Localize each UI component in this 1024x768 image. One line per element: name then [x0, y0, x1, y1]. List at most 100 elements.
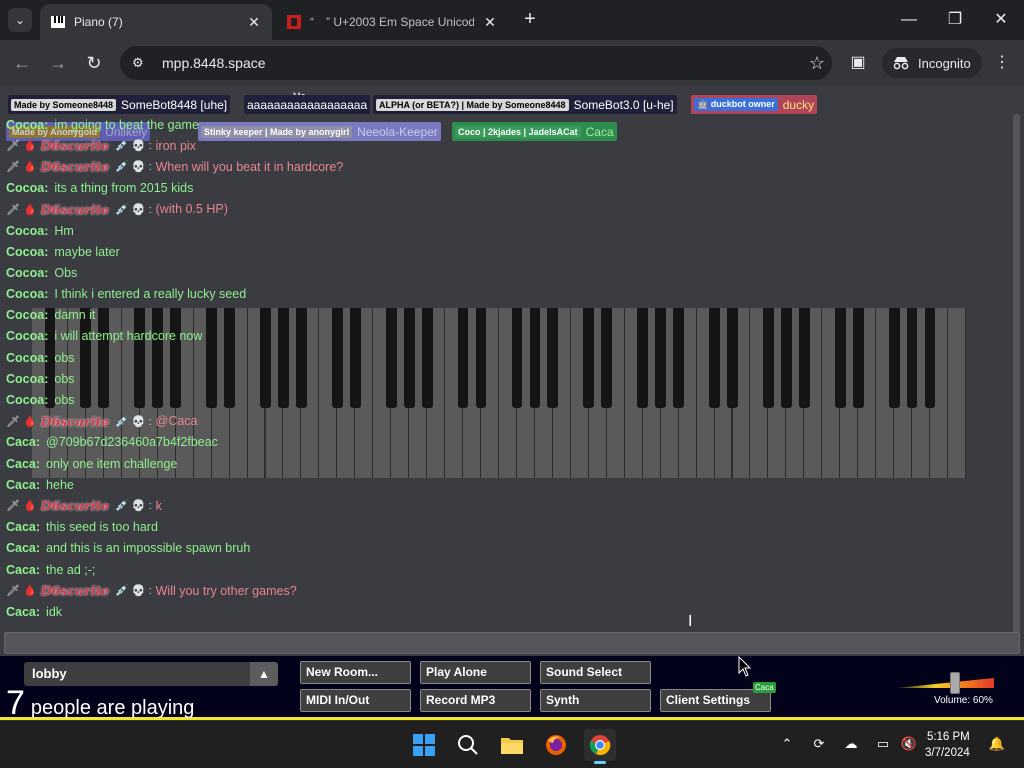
chat-author[interactable]: Cocoa: [6, 329, 48, 343]
chat-author[interactable]: Caca: [6, 478, 40, 492]
chat-author[interactable]: Cocoa: [6, 245, 48, 259]
chat-message: Caca: this seed is too hard [0, 517, 1010, 538]
chat-message: Cocoa: its a thing from 2015 kids [0, 178, 1010, 199]
chat-author[interactable]: Cocoa: [6, 266, 48, 280]
room-dropdown-arrow-icon[interactable]: ▲ [250, 662, 278, 686]
play-alone-button[interactable]: Play Alone [420, 661, 531, 684]
chat-author[interactable]: Cocoa: [6, 308, 48, 322]
record-mp3-button[interactable]: Record MP3 [420, 689, 531, 712]
chat-author[interactable]: Caca: [6, 541, 40, 555]
chat-author[interactable]: D6scurite [41, 138, 109, 153]
chat-author[interactable]: Cocoa: [6, 224, 48, 238]
tab-search-button[interactable]: ⌄ [8, 8, 32, 32]
close-tab-icon[interactable]: ✕ [482, 14, 498, 31]
chat-author[interactable]: Caca: [6, 520, 40, 534]
midi-button[interactable]: MIDI In/Out [300, 689, 411, 712]
chat-text: idk [46, 604, 63, 619]
address-bar[interactable]: ⚙ mpp.8448.space ☆ [120, 46, 832, 80]
chat-author[interactable]: D6scurite [41, 202, 109, 217]
piano-favicon-icon [51, 16, 65, 28]
user-tag: ALPHA (or BETA?) | Made by Someone8448 [376, 98, 569, 111]
chat-author[interactable]: Cocoa: [6, 393, 48, 407]
active-app-indicator [594, 761, 606, 764]
chat-text: obs [54, 393, 75, 408]
cloud-offline-icon[interactable]: ☁ [840, 733, 862, 755]
chat-text: @709b67d236460a7b4f2fbeac [46, 435, 218, 450]
site-info-icon[interactable]: ⚙ [132, 55, 150, 71]
tab-piano[interactable]: Piano (7) ✕ [40, 4, 272, 40]
windows-logo-icon [413, 734, 435, 756]
start-button[interactable] [408, 729, 440, 761]
chat-author[interactable]: D6scurite [41, 583, 109, 598]
user-badge[interactable]: 🤖 duckbot owner ducky [691, 95, 818, 114]
user-tag: 🤖 duckbot owner [694, 98, 778, 111]
firefox-button[interactable] [540, 729, 572, 761]
sound-select-button[interactable]: Sound Select [540, 661, 651, 684]
chat-author[interactable]: Cocoa: [6, 118, 48, 132]
system-clock[interactable]: 5:16 PM 3/7/2024 [925, 729, 970, 761]
new-tab-button[interactable]: + [518, 8, 542, 32]
menu-kebab-icon[interactable]: ⋮ [988, 49, 1016, 77]
side-panel-icon[interactable]: ▣ [844, 49, 872, 77]
sync-icon[interactable]: ⟳ [808, 733, 830, 755]
player-count-number: 7 [6, 684, 25, 720]
user-badge[interactable]: Made by Someone8448 SomeBot8448 [uhe] [8, 95, 231, 114]
chat-scrollbar[interactable] [1013, 114, 1020, 634]
chat-message: Cocoa: obs [0, 347, 1010, 368]
chat-author[interactable]: D6scurite [41, 159, 109, 174]
tab-title: “ ” U+2003 Em Space Unicode [310, 15, 474, 29]
chat-author[interactable]: Caca: [6, 563, 40, 577]
unicode-favicon-icon [287, 15, 301, 29]
restore-icon[interactable]: ❐ [932, 6, 978, 34]
chat-text: When will you beat it in hardcore? [155, 159, 344, 174]
chat-author[interactable]: D6scurite [41, 498, 109, 513]
file-explorer-button[interactable] [496, 729, 528, 761]
forward-arrow-icon[interactable]: → [44, 49, 72, 77]
chat-author[interactable]: Cocoa: [6, 351, 48, 365]
chat-author[interactable]: Caca: [6, 605, 40, 619]
browser-toolbar: ← → ↻ ⚙ mpp.8448.space ☆ ▣ Incognito ⋮ [0, 40, 1024, 86]
chat-author[interactable]: D6scurite [41, 414, 109, 429]
user-badge[interactable]: ALPHA (or BETA?) | Made by Someone8448 S… [373, 95, 677, 114]
chat-author[interactable]: Cocoa: [6, 372, 48, 386]
new-room-button[interactable]: New Room... [300, 661, 411, 684]
chat-author[interactable]: Caca: [6, 435, 40, 449]
close-tab-icon[interactable]: ✕ [246, 14, 262, 31]
sword-potion-icon: 🗡 🩸 [6, 585, 37, 598]
close-window-icon[interactable]: ✕ [978, 6, 1024, 34]
chat-input[interactable] [4, 632, 1020, 654]
tab-unicode[interactable]: “ ” U+2003 Em Space Unicode ✕ [276, 4, 508, 40]
volume-slider[interactable] [896, 672, 994, 694]
minimize-icon[interactable]: — [886, 6, 932, 34]
search-button[interactable] [452, 729, 484, 761]
chat-text: @Caca [155, 414, 198, 429]
chat-text: its a thing from 2015 kids [54, 181, 194, 196]
synth-button[interactable]: Synth [540, 689, 651, 712]
chat-message: Cocoa: I think i entered a really lucky s… [0, 284, 1010, 305]
chrome-button[interactable] [584, 729, 616, 764]
incognito-badge[interactable]: Incognito [882, 48, 982, 78]
user-tag: Made by Someone8448 [11, 98, 117, 111]
incognito-label: Incognito [918, 55, 971, 71]
chat-author[interactable]: Caca: [6, 457, 40, 471]
show-hidden-icons-chevron-icon[interactable]: ⌃ [776, 733, 798, 755]
volume-knob[interactable] [949, 672, 960, 694]
url-text: mpp.8448.space [162, 55, 266, 71]
chat-text: hehe [46, 477, 74, 492]
notification-bell-icon[interactable]: 🔔 [986, 733, 1008, 755]
back-arrow-icon[interactable]: ← [8, 49, 36, 77]
sword-potion-icon: 🗡 🩸 [6, 415, 37, 428]
chat-message: 🗡 🩸 D6scurite 💉 💀 : (with 0.5 HP) [0, 199, 1010, 220]
network-icon[interactable]: ▭ [872, 733, 894, 755]
reload-icon[interactable]: ↻ [80, 49, 108, 77]
chat-author[interactable]: Cocoa: [6, 287, 48, 301]
chat-author[interactable]: Cocoa: [6, 181, 48, 195]
chrome-icon [589, 735, 611, 755]
bookmark-star-icon[interactable]: ☆ [802, 53, 832, 74]
chat-text: and this is an impossible spawn bruh [46, 541, 251, 556]
user-badge[interactable]: aaaaaaaaaaaaaaaaaa [244, 95, 371, 114]
speaker-muted-icon[interactable]: 🔇 [898, 733, 920, 755]
chat-message: 🗡 🩸 D6scurite 💉 💀 : When will you beat it i… [0, 156, 1010, 177]
cursor-name-tag: Caca [753, 682, 776, 693]
room-selector[interactable]: lobby ▲ [24, 662, 278, 686]
